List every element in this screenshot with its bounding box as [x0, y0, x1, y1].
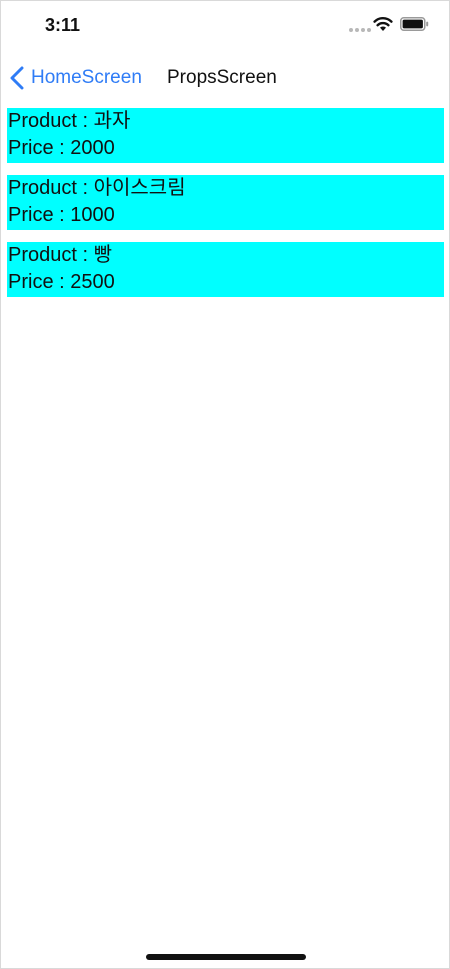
chevron-left-icon: [10, 66, 24, 90]
product-name: Product : 과자: [8, 110, 131, 132]
status-bar: 3:11: [1, 1, 449, 51]
product-price: Price : 2500: [8, 271, 115, 293]
product-name: Product : 빵: [8, 244, 112, 266]
status-time: 3:11: [45, 15, 81, 35]
product-card: Product : 빵 Price : 2500: [7, 242, 444, 297]
product-list: Product : 과자 Price : 2000 Product : 아이스크…: [7, 108, 444, 309]
product-price: Price : 2000: [8, 137, 115, 159]
home-indicator[interactable]: [146, 954, 306, 960]
back-button-label: HomeScreen: [31, 67, 142, 88]
back-button[interactable]: HomeScreen: [9, 65, 142, 91]
product-card: Product : 아이스크림 Price : 1000: [7, 175, 444, 230]
battery-icon: [400, 17, 429, 31]
cellular-signal-icon: [349, 28, 371, 32]
product-price: Price : 1000: [8, 204, 115, 226]
page-title: PropsScreen: [167, 67, 277, 88]
product-name: Product : 아이스크림: [8, 177, 186, 199]
product-card: Product : 과자 Price : 2000: [7, 108, 444, 163]
navigation-bar: HomeScreen PropsScreen: [1, 51, 449, 103]
app-screen: 3:11 HomeScreen PropsScreen Product : 과자: [0, 0, 450, 969]
wifi-icon: [373, 17, 393, 31]
